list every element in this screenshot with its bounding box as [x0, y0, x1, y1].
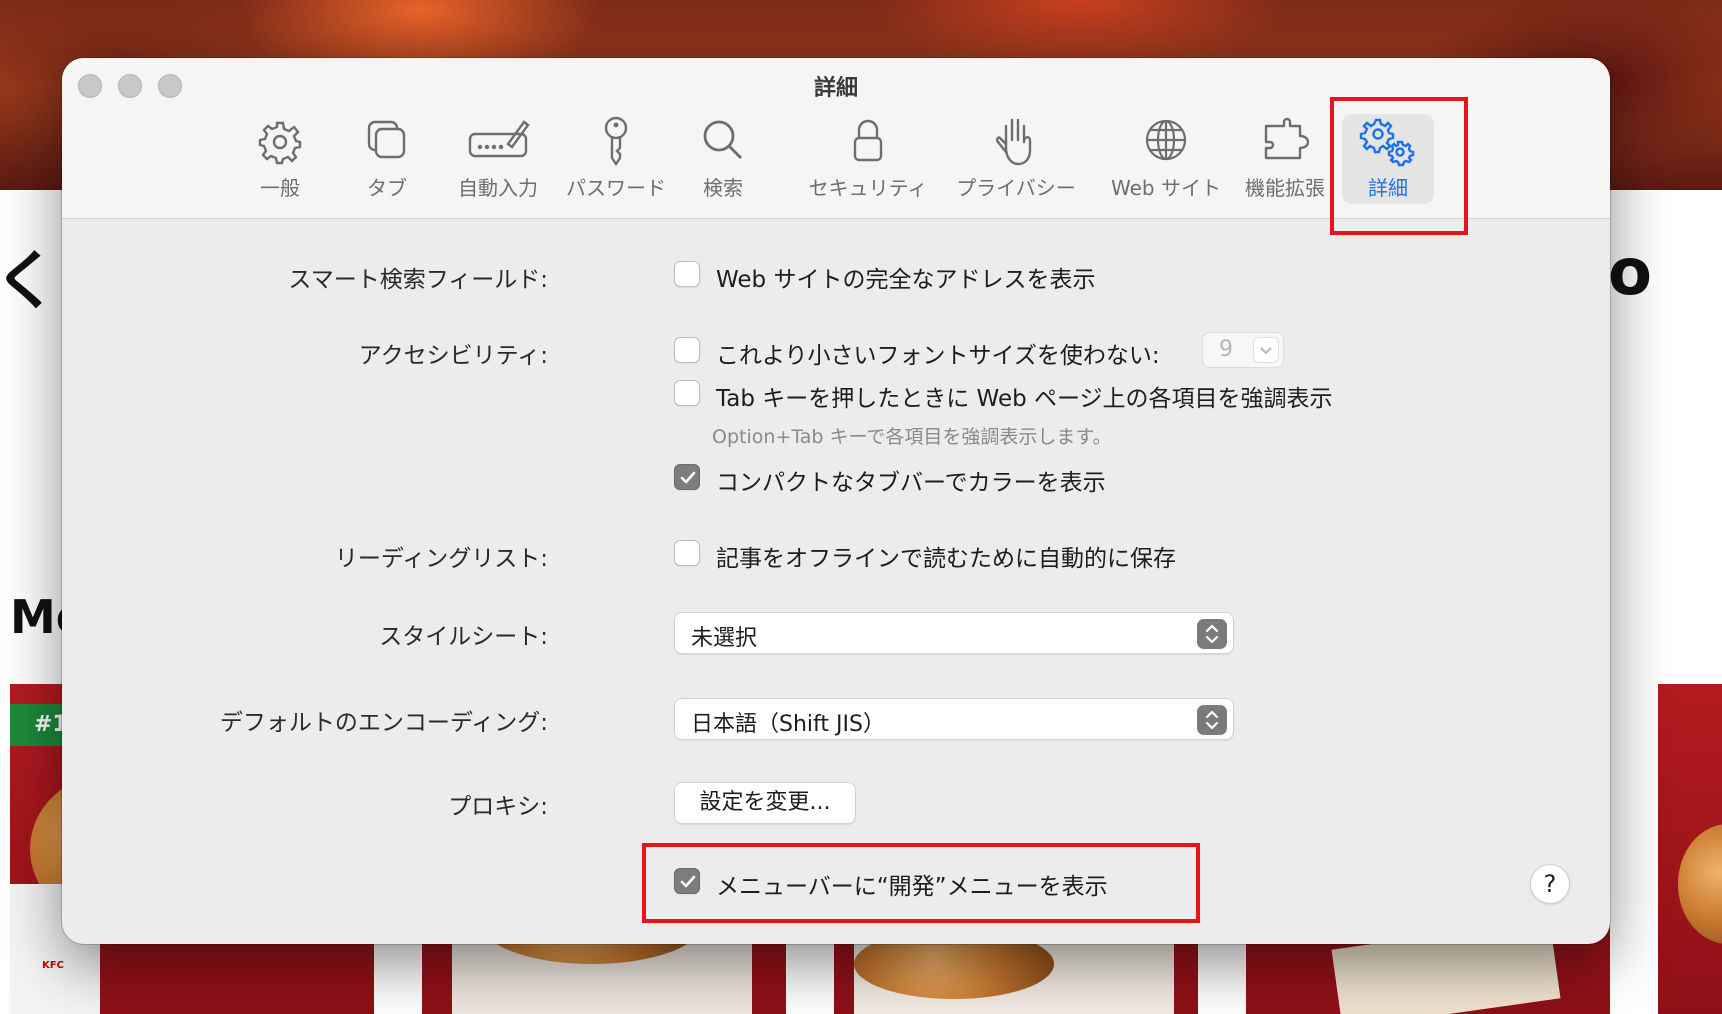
help-button[interactable]: ?	[1530, 864, 1570, 904]
chevron-down-icon	[1253, 337, 1279, 363]
reading-list-label: リーディングリスト:	[334, 546, 548, 572]
tabs-icon	[367, 120, 406, 159]
rank-badge: #1	[10, 704, 68, 746]
show-develop-menu-checkbox[interactable]	[674, 868, 700, 894]
updown-arrows-icon	[1197, 619, 1227, 649]
save-offline-checkbox[interactable]	[674, 540, 700, 566]
encoding-value: 日本語（Shift JIS）	[691, 712, 885, 737]
window-title: 詳細	[813, 76, 858, 101]
tab-privacy[interactable]: プライバシー	[954, 114, 1078, 210]
checkmark-icon	[680, 875, 696, 888]
checkmark-icon	[680, 471, 696, 484]
tab-passwords-label: パスワード	[566, 176, 666, 200]
show-full-address-text: Web サイトの完全なアドレスを表示	[716, 267, 1096, 293]
tab-highlight-text: Tab キーを押したときに Web ページ上の各項目を強調表示	[716, 386, 1333, 412]
show-develop-menu-text: メニューバーに“開発”メニューを表示	[716, 874, 1108, 900]
smart-search-label: スマート検索フィールド:	[288, 267, 548, 293]
stylesheet-value: 未選択	[691, 626, 758, 651]
tab-advanced-label: 詳細	[1368, 176, 1408, 200]
tab-websites[interactable]: Web サイト	[1104, 114, 1228, 210]
tab-search-label: 検索	[703, 176, 743, 200]
tab-autofill[interactable]: 自動入力	[454, 114, 542, 210]
show-full-address-checkbox[interactable]	[674, 261, 700, 287]
tab-websites-label: Web サイト	[1111, 176, 1221, 200]
tab-general[interactable]: 一般	[240, 114, 320, 210]
gears-icon	[1359, 118, 1415, 167]
tab-privacy-label: プライバシー	[956, 176, 1076, 200]
autofill-icon	[468, 120, 530, 158]
tab-highlight-checkbox[interactable]	[674, 380, 700, 406]
tab-highlight-hint: Option+Tab キーで各項目を強調表示します。	[712, 426, 1112, 448]
encoding-popup[interactable]: 日本語（Shift JIS）	[674, 698, 1234, 740]
background-headline-end: o	[1608, 236, 1652, 310]
tab-tabs[interactable]: タブ	[352, 114, 422, 210]
lock-icon	[853, 119, 883, 162]
stylesheet-popup[interactable]: 未選択	[674, 612, 1234, 654]
tab-advanced[interactable]: 詳細	[1342, 114, 1434, 204]
tab-autofill-label: 自動入力	[458, 176, 538, 200]
tab-security-label: セキュリティ	[808, 176, 928, 200]
tab-general-label: 一般	[260, 176, 300, 200]
save-offline-text: 記事をオフラインで読むために自動的に保存	[716, 546, 1176, 572]
hand-icon	[995, 118, 1032, 166]
compact-tab-color-text: コンパクトなタブバーでカラーを表示	[716, 470, 1106, 496]
key-icon	[604, 116, 628, 167]
preferences-window: 詳細 一般 タブ 自動入力 パスワード 検索 セキュリティ プライバシー Web…	[62, 58, 1610, 944]
window-toolbar: 詳細 一般 タブ 自動入力 パスワード 検索 セキュリティ プライバシー Web…	[62, 58, 1610, 219]
proxy-label: プロキシ:	[448, 794, 548, 820]
tab-tabs-label: タブ	[367, 176, 407, 200]
min-font-size-select[interactable]: 9	[1202, 332, 1284, 368]
accessibility-label: アクセシビリティ:	[358, 343, 548, 369]
updown-arrows-icon	[1197, 705, 1227, 735]
tab-security[interactable]: セキュリティ	[806, 114, 930, 210]
min-font-size-text: これより小さいフォントサイズを使わない:	[716, 343, 1160, 369]
tab-extensions[interactable]: 機能拡張	[1240, 114, 1330, 210]
change-proxy-settings-button[interactable]: 設定を変更...	[674, 782, 856, 824]
min-font-size-checkbox[interactable]	[674, 337, 700, 363]
stylesheet-label: スタイルシート:	[379, 624, 548, 650]
search-icon	[703, 120, 742, 159]
min-font-size-value: 9	[1219, 337, 1233, 362]
tab-search[interactable]: 検索	[692, 114, 754, 210]
kfc-logo: KFC	[42, 960, 64, 971]
tab-extensions-label: 機能拡張	[1245, 176, 1325, 200]
globe-icon	[1145, 119, 1187, 161]
tab-passwords[interactable]: パスワード	[566, 114, 666, 210]
gear-icon	[258, 121, 302, 165]
puzzle-icon	[1264, 117, 1310, 160]
compact-tab-color-checkbox[interactable]	[674, 464, 700, 490]
encoding-label: デフォルトのエンコーディング:	[219, 710, 548, 736]
background-product-card	[1658, 684, 1722, 1014]
